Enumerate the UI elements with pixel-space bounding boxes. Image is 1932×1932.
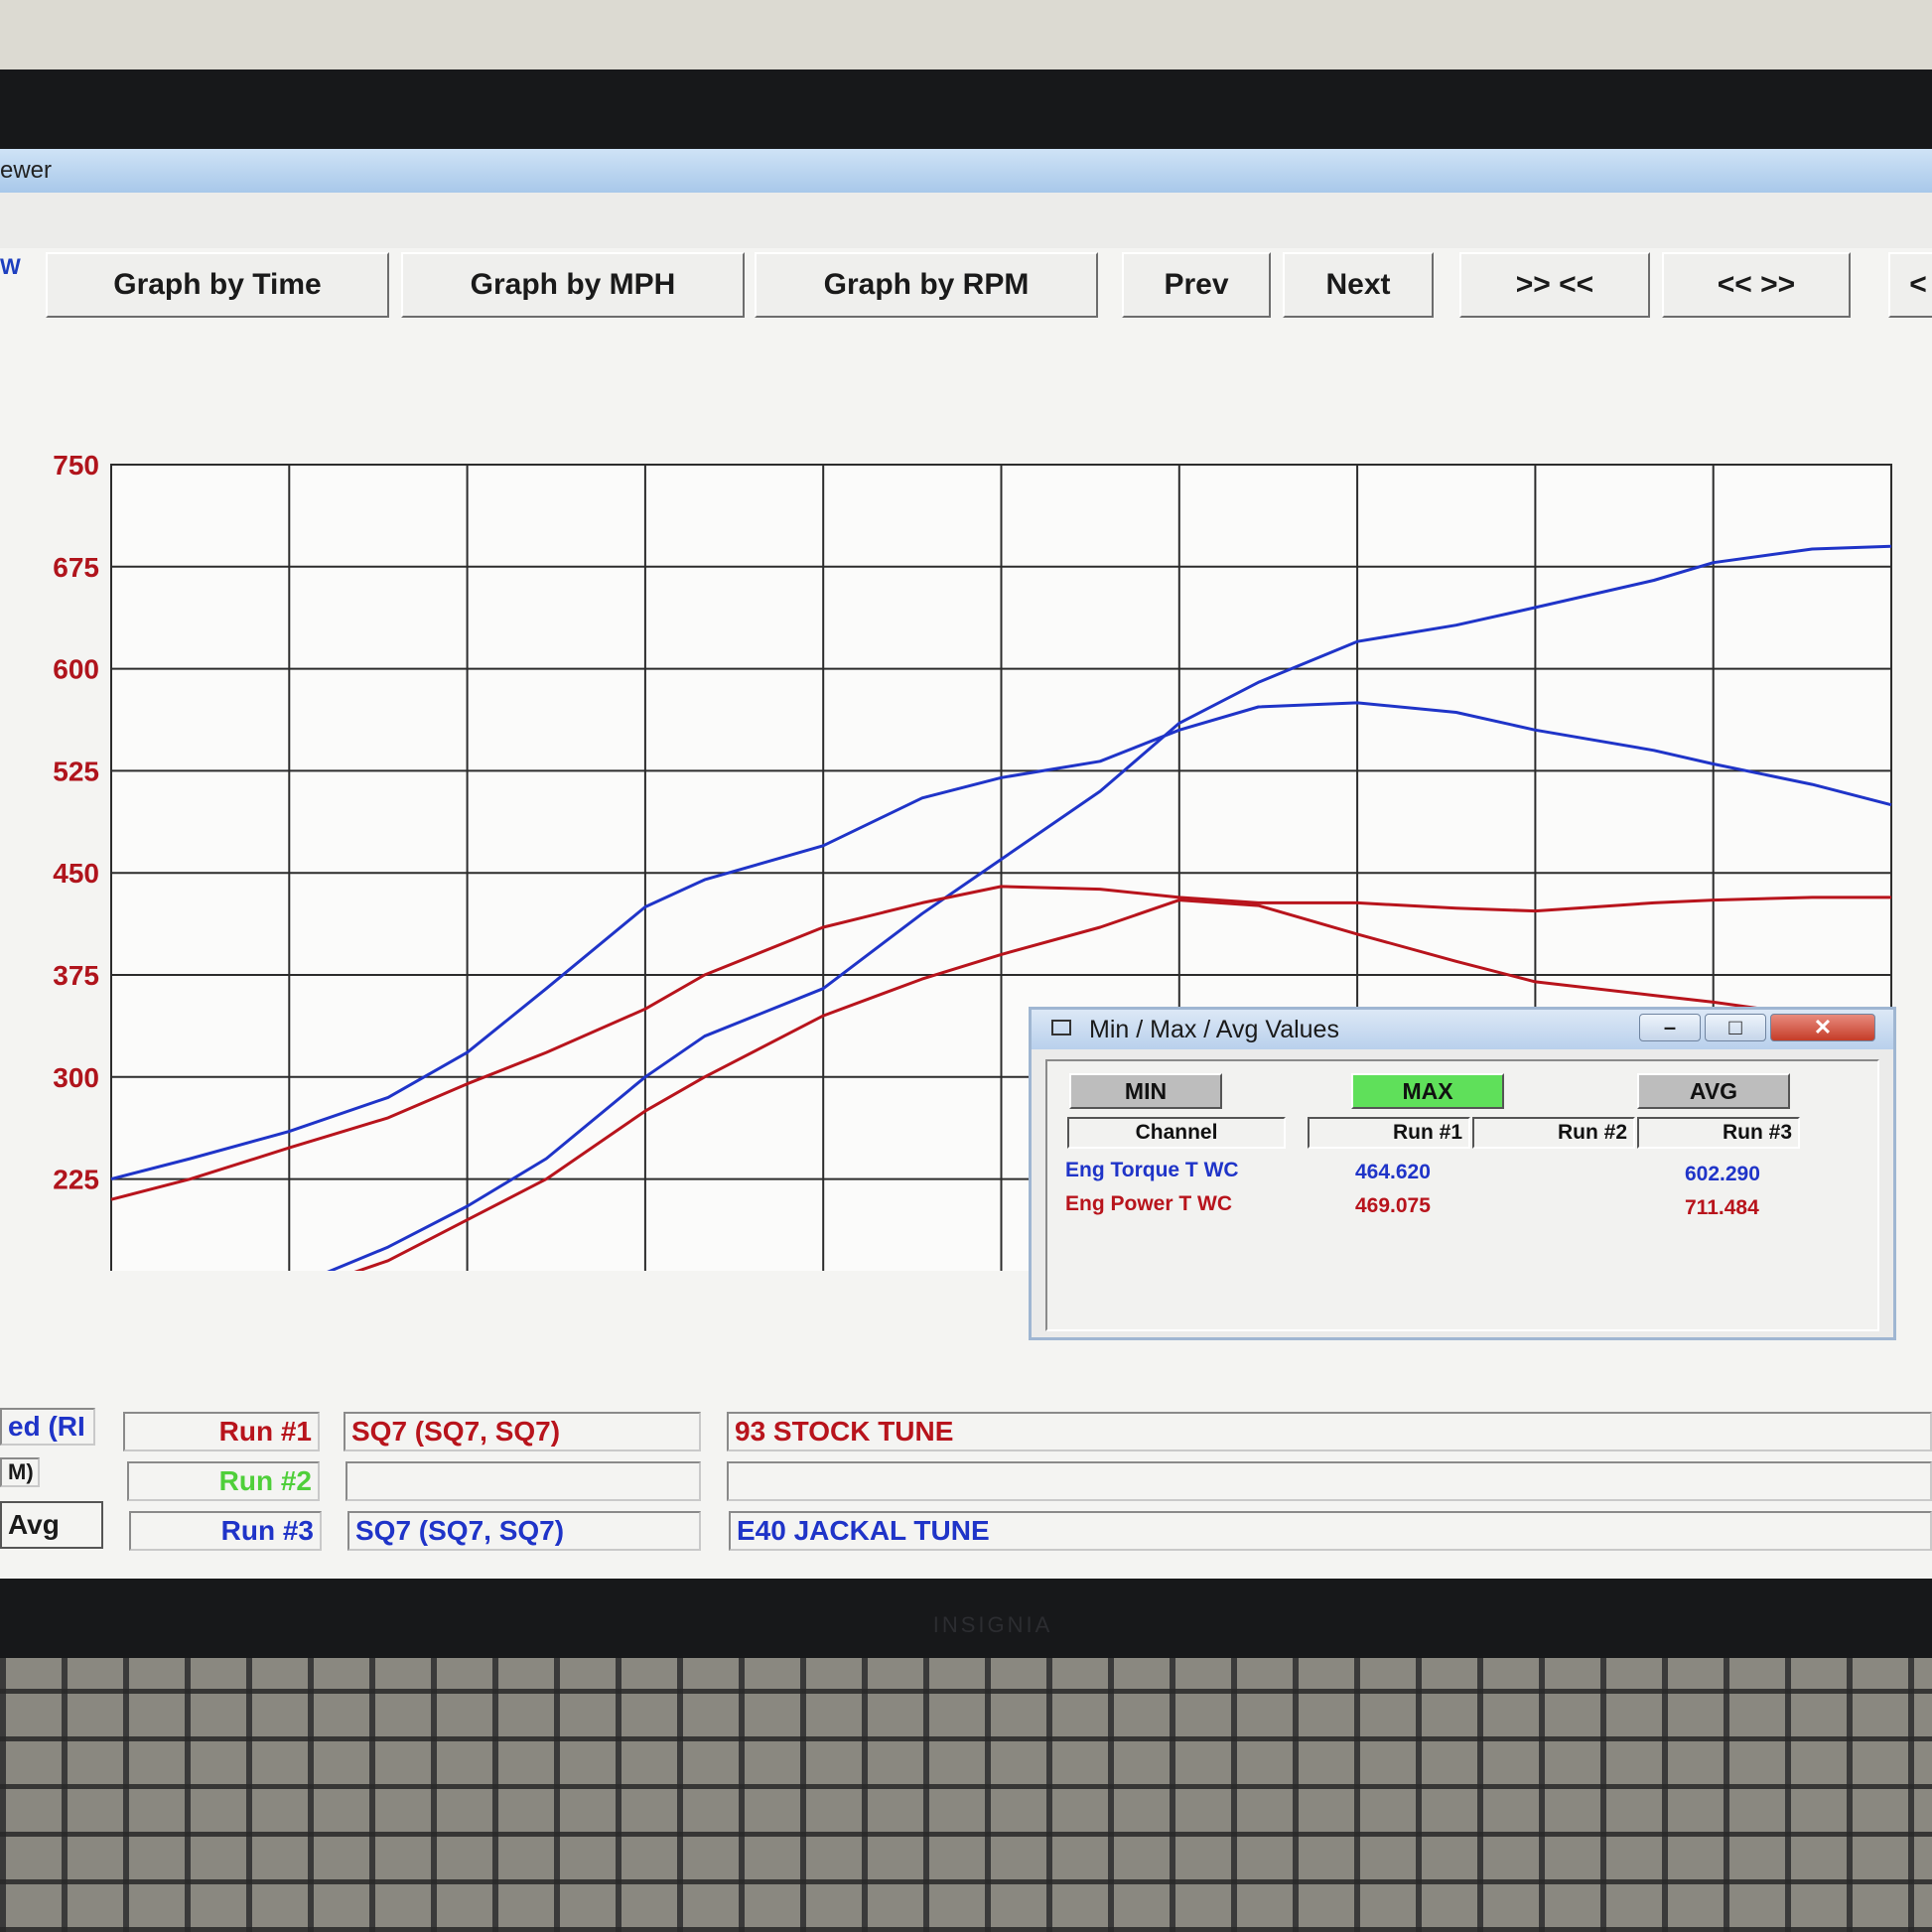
maximize-icon: □ [1728, 1015, 1742, 1039]
row-torque-run-3: 602.290 [1685, 1163, 1760, 1185]
header-run-3[interactable]: Run #3 [1637, 1117, 1800, 1149]
legend-note-1: 93 STOCK TUNE [727, 1412, 1932, 1451]
y-tick-label: 375 [53, 960, 99, 991]
row-power-run-1: 469.075 [1355, 1194, 1431, 1217]
title-bar: ewer [0, 149, 1932, 194]
average-button[interactable]: Avg [0, 1501, 103, 1549]
zoom-in-button[interactable]: >> << [1459, 252, 1650, 318]
row-torque-channel: Eng Torque T WC [1065, 1159, 1239, 1181]
dialog-title-bar[interactable]: Min / Max / Avg Values – □ ✕ [1032, 1010, 1893, 1049]
legend-run-2[interactable]: Run #2 [127, 1461, 320, 1501]
legend-run-1[interactable]: Run #1 [123, 1412, 320, 1451]
header-channel[interactable]: Channel [1067, 1117, 1286, 1149]
min-max-avg-dialog: Min / Max / Avg Values – □ ✕ MIN MAX AVG… [1029, 1007, 1896, 1340]
legend-side-label-1: ed (RI [0, 1408, 95, 1446]
graph-by-time-button[interactable]: Graph by Time [46, 252, 389, 318]
graph-by-mph-button[interactable]: Graph by MPH [401, 252, 745, 318]
row-power-run-3: 711.484 [1685, 1196, 1759, 1219]
y-tick-label: 300 [53, 1062, 99, 1093]
row-torque-run-1: 464.620 [1355, 1161, 1431, 1183]
close-button[interactable]: ✕ [1770, 1014, 1875, 1041]
prev-button[interactable]: Prev [1122, 252, 1271, 318]
graph-by-rpm-button[interactable]: Graph by RPM [755, 252, 1098, 318]
dialog-window-icon [1051, 1020, 1071, 1035]
legend-run-3[interactable]: Run #3 [129, 1511, 322, 1551]
y-tick-label: 750 [53, 450, 99, 481]
header-run-1[interactable]: Run #1 [1308, 1117, 1470, 1149]
y-tick-label: 450 [53, 858, 99, 889]
toolbar [0, 193, 1932, 248]
legend-vehicle-2 [345, 1461, 701, 1501]
minimize-icon: – [1663, 1015, 1677, 1039]
maximize-button[interactable]: □ [1705, 1014, 1766, 1041]
monitor-brand-logo: INSIGNIA [932, 1612, 1053, 1637]
avg-button[interactable]: AVG [1637, 1073, 1790, 1109]
y-tick-label: 675 [53, 552, 99, 583]
dialog-body: MIN MAX AVG Channel Run #1 Run #2 Run #3… [1045, 1059, 1879, 1331]
y-tick-label: 225 [53, 1165, 99, 1195]
y-tick-label: 150 [53, 1266, 99, 1271]
more-button[interactable]: < [1888, 252, 1932, 318]
y-tick-label: 600 [53, 654, 99, 685]
y-axis-label: W [0, 254, 21, 279]
dialog-title: Min / Max / Avg Values [1089, 1016, 1339, 1043]
header-run-2[interactable]: Run #2 [1472, 1117, 1635, 1149]
next-button[interactable]: Next [1283, 252, 1434, 318]
window-title: ewer [0, 157, 53, 184]
wire-rack-bars [0, 1658, 1932, 1932]
dyno-viewer-window: ewer W Graph by Time Graph by MPH Graph … [0, 149, 1932, 1579]
min-button[interactable]: MIN [1069, 1073, 1222, 1109]
row-power-channel: Eng Power T WC [1065, 1192, 1232, 1215]
legend-vehicle-1: SQ7 (SQ7, SQ7) [344, 1412, 701, 1451]
legend-note-2 [727, 1461, 1932, 1501]
legend-note-3: E40 JACKAL TUNE [729, 1511, 1932, 1551]
minimize-button[interactable]: – [1639, 1014, 1701, 1041]
zoom-out-button[interactable]: << >> [1662, 252, 1851, 318]
legend-side-label-2: M) [0, 1457, 40, 1487]
close-icon: ✕ [1813, 1015, 1833, 1039]
max-button[interactable]: MAX [1351, 1073, 1504, 1109]
legend-vehicle-3: SQ7 (SQ7, SQ7) [347, 1511, 701, 1551]
y-tick-label: 525 [53, 756, 99, 786]
